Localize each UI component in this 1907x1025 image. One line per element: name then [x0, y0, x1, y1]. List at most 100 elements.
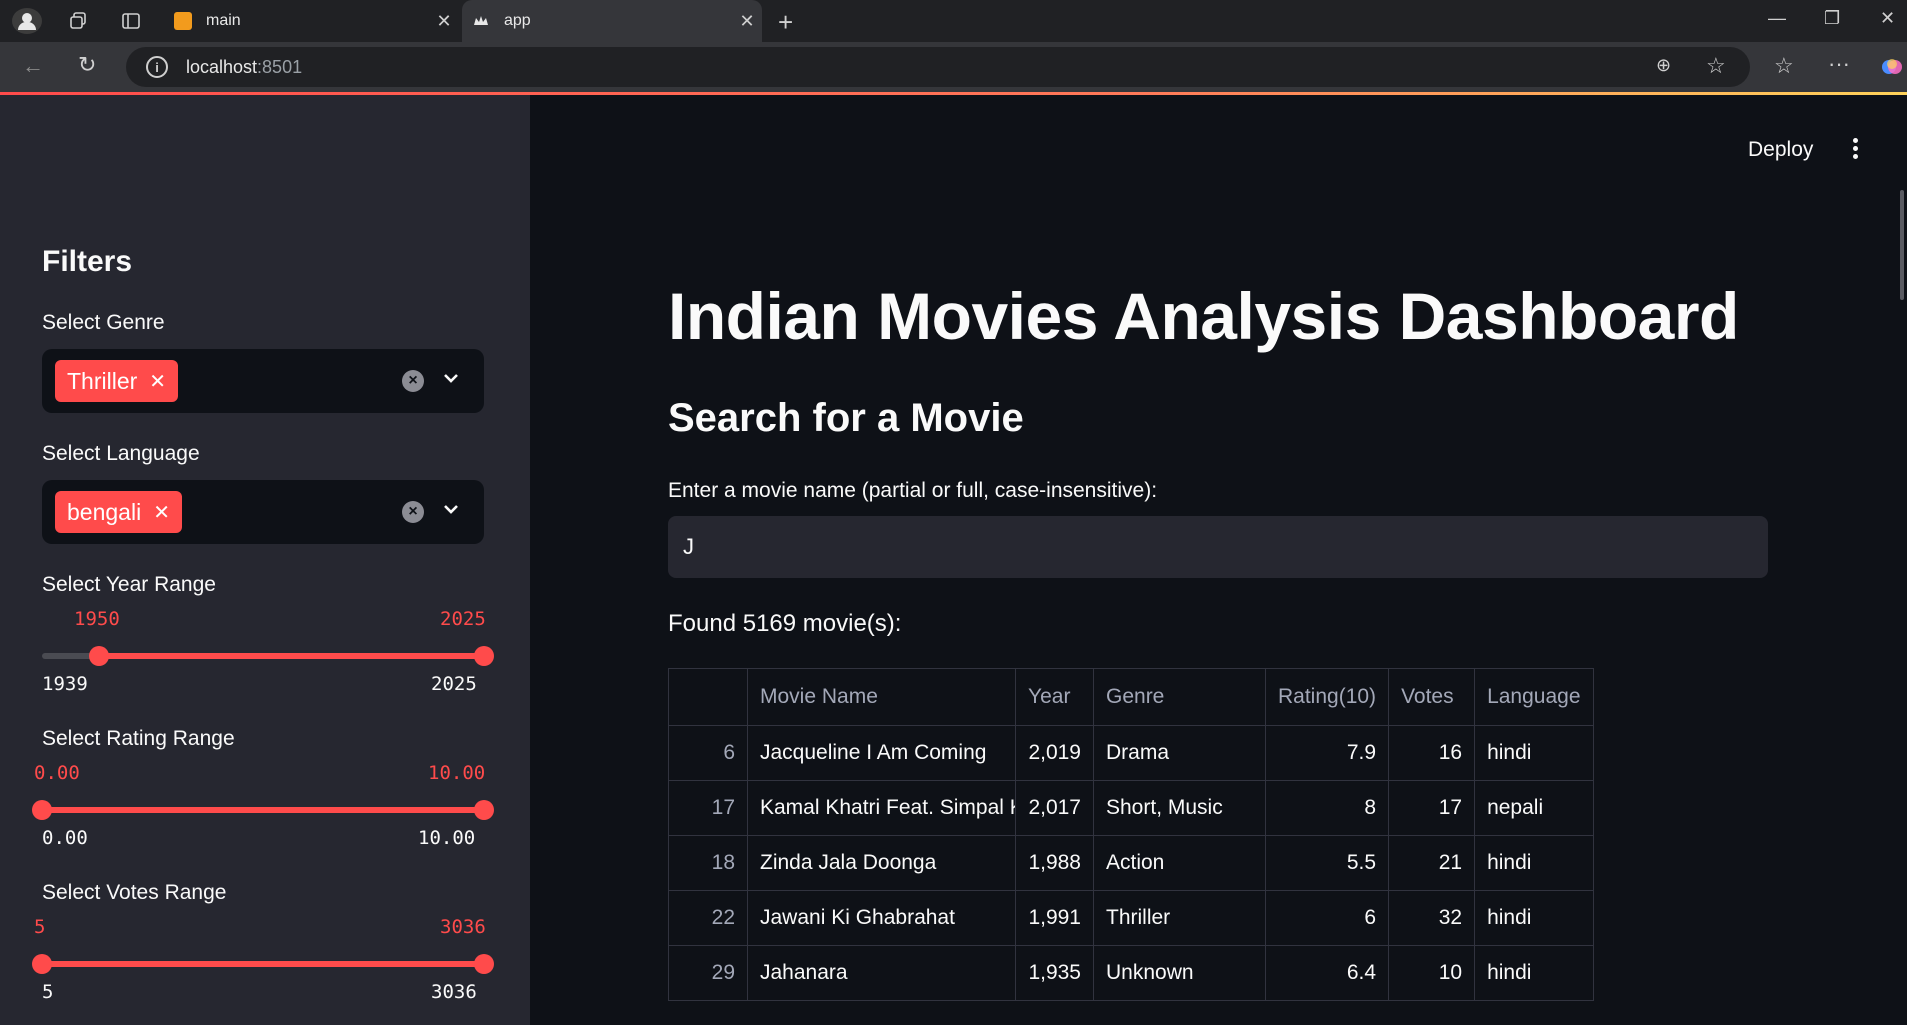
slider-thumb-high[interactable]	[474, 954, 494, 974]
cell-movie-name[interactable]: Zinda Jala Doonga	[747, 835, 1016, 891]
slider-thumb-high[interactable]	[474, 646, 494, 666]
cell-votes[interactable]: 32	[1388, 890, 1476, 946]
remove-chip-icon[interactable]: ✕	[153, 500, 170, 525]
close-window-icon[interactable]: ✕	[1880, 8, 1895, 29]
more-icon[interactable]: ···	[1828, 53, 1850, 75]
language-chip[interactable]: bengali ✕	[55, 491, 182, 533]
cell-movie-name[interactable]: Kamal Khatri Feat. Simpal K	[747, 780, 1016, 836]
cell-votes[interactable]: 21	[1388, 835, 1476, 891]
cell-year[interactable]: 2,017	[1015, 780, 1094, 836]
tab-label: main	[206, 12, 241, 29]
column-header-language[interactable]: Language	[1474, 668, 1594, 726]
cell-votes[interactable]: 10	[1388, 945, 1476, 1001]
tab-app[interactable]: app ✕	[462, 0, 762, 42]
cell-language[interactable]: hindi	[1474, 835, 1594, 891]
cell-index[interactable]: 22	[668, 890, 748, 946]
cell-year[interactable]: 1,988	[1015, 835, 1094, 891]
clear-icon[interactable]: ×	[402, 370, 424, 392]
cell-votes[interactable]: 17	[1388, 780, 1476, 836]
cell-genre[interactable]: Drama	[1093, 725, 1266, 781]
main-menu-icon[interactable]	[1850, 138, 1860, 162]
cell-genre[interactable]: Unknown	[1093, 945, 1266, 1001]
workspaces-icon[interactable]	[68, 11, 88, 34]
column-header-index[interactable]	[668, 668, 748, 726]
rating-range-slider[interactable]: 0.00 10.00 0.00 10.00	[32, 762, 494, 862]
cell-genre[interactable]: Short, Music	[1093, 780, 1266, 836]
section-title: Search for a Movie	[668, 396, 1024, 440]
cell-index[interactable]: 6	[668, 725, 748, 781]
chevron-down-icon[interactable]	[440, 365, 462, 391]
column-header-votes[interactable]: Votes	[1388, 668, 1476, 726]
column-header-year[interactable]: Year	[1015, 668, 1094, 726]
slider-thumb-low[interactable]	[89, 646, 109, 666]
table-row[interactable]: 17 Kamal Khatri Feat. Simpal K 2,017 Sho…	[668, 780, 1594, 836]
close-icon[interactable]: ✕	[732, 11, 762, 32]
clear-icon[interactable]: ×	[402, 501, 424, 523]
vertical-tabs-icon[interactable]	[121, 11, 141, 34]
cell-movie-name[interactable]: Jawani Ki Ghabrahat	[747, 890, 1016, 946]
genre-multiselect[interactable]: Thriller ✕ ×	[42, 349, 484, 413]
remove-chip-icon[interactable]: ✕	[149, 369, 166, 394]
cell-rating[interactable]: 6.4	[1264, 945, 1390, 1001]
reload-icon[interactable]: ↻	[78, 54, 96, 76]
cell-language[interactable]: hindi	[1474, 725, 1594, 781]
copilot-icon[interactable]	[1880, 55, 1904, 82]
restore-icon[interactable]: ❐	[1824, 8, 1840, 29]
cell-votes[interactable]: 16	[1388, 725, 1476, 781]
site-info-icon[interactable]: i	[146, 56, 168, 78]
url-field[interactable]: i localhost :8501 ⊕ ☆	[126, 47, 1750, 87]
cell-rating[interactable]: 6	[1264, 890, 1390, 946]
minimize-icon[interactable]: —	[1768, 8, 1786, 29]
cell-genre[interactable]: Thriller	[1093, 890, 1266, 946]
movie-search-input[interactable]	[668, 516, 1768, 578]
slider-value-low: 0.00	[34, 762, 80, 784]
favorite-star-icon[interactable]: ☆	[1706, 55, 1726, 77]
language-multiselect[interactable]: bengali ✕ ×	[42, 480, 484, 544]
back-icon[interactable]: ←	[22, 55, 44, 77]
table-row[interactable]: 18 Zinda Jala Doonga 1,988 Action 5.5 21…	[668, 835, 1594, 891]
table-row[interactable]: 22 Jawani Ki Ghabrahat 1,991 Thriller 6 …	[668, 890, 1594, 946]
new-tab-icon[interactable]: +	[778, 7, 793, 38]
year-range-slider[interactable]: 1950 2025 1939 2025	[42, 608, 494, 708]
tab-label: app	[504, 12, 531, 29]
favorites-icon[interactable]: ☆	[1774, 55, 1794, 77]
cell-language[interactable]: hindi	[1474, 945, 1594, 1001]
chevron-down-icon[interactable]	[440, 496, 462, 522]
slider-thumb-high[interactable]	[474, 800, 494, 820]
column-header-genre[interactable]: Genre	[1093, 668, 1266, 726]
cell-rating[interactable]: 5.5	[1264, 835, 1390, 891]
profile-icon[interactable]	[12, 8, 42, 34]
table-row[interactable]: 6 Jacqueline I Am Coming 2,019 Drama 7.9…	[668, 725, 1594, 781]
votes-range-slider[interactable]: 5 3036 5 3036	[32, 916, 494, 1016]
table-row[interactable]: 29 Jahanara 1,935 Unknown 6.4 10 hindi	[668, 945, 1594, 1001]
cell-year[interactable]: 1,991	[1015, 890, 1094, 946]
scrollbar[interactable]	[1900, 190, 1904, 300]
cell-index[interactable]: 17	[668, 780, 748, 836]
url-host: localhost	[186, 56, 258, 77]
results-table[interactable]: Movie Name Year Genre Rating(10) Votes L…	[668, 668, 1594, 1001]
tab-main[interactable]: main ✕	[164, 0, 459, 42]
zoom-icon[interactable]: ⊕	[1656, 56, 1671, 74]
page-title: Indian Movies Analysis Dashboard	[668, 279, 1739, 353]
slider-value-high: 10.00	[428, 762, 486, 784]
cell-language[interactable]: nepali	[1474, 780, 1594, 836]
cell-year[interactable]: 1,935	[1015, 945, 1094, 1001]
cell-year[interactable]: 2,019	[1015, 725, 1094, 781]
search-label: Enter a movie name (partial or full, cas…	[668, 479, 1158, 502]
cell-rating[interactable]: 8	[1264, 780, 1390, 836]
slider-thumb-low[interactable]	[32, 954, 52, 974]
close-icon[interactable]: ✕	[429, 11, 459, 32]
cell-index[interactable]: 18	[668, 835, 748, 891]
cell-movie-name[interactable]: Jahanara	[747, 945, 1016, 1001]
genre-chip[interactable]: Thriller ✕	[55, 360, 179, 402]
cell-rating[interactable]: 7.9	[1264, 725, 1390, 781]
cell-genre[interactable]: Action	[1093, 835, 1266, 891]
slider-thumb-low[interactable]	[32, 800, 52, 820]
slider-max: 3036	[431, 981, 477, 1003]
column-header-movie-name[interactable]: Movie Name	[747, 668, 1016, 726]
cell-index[interactable]: 29	[668, 945, 748, 1001]
cell-language[interactable]: hindi	[1474, 890, 1594, 946]
column-header-rating[interactable]: Rating(10)	[1264, 668, 1390, 726]
deploy-button[interactable]: Deploy	[1748, 138, 1813, 162]
cell-movie-name[interactable]: Jacqueline I Am Coming	[747, 725, 1016, 781]
